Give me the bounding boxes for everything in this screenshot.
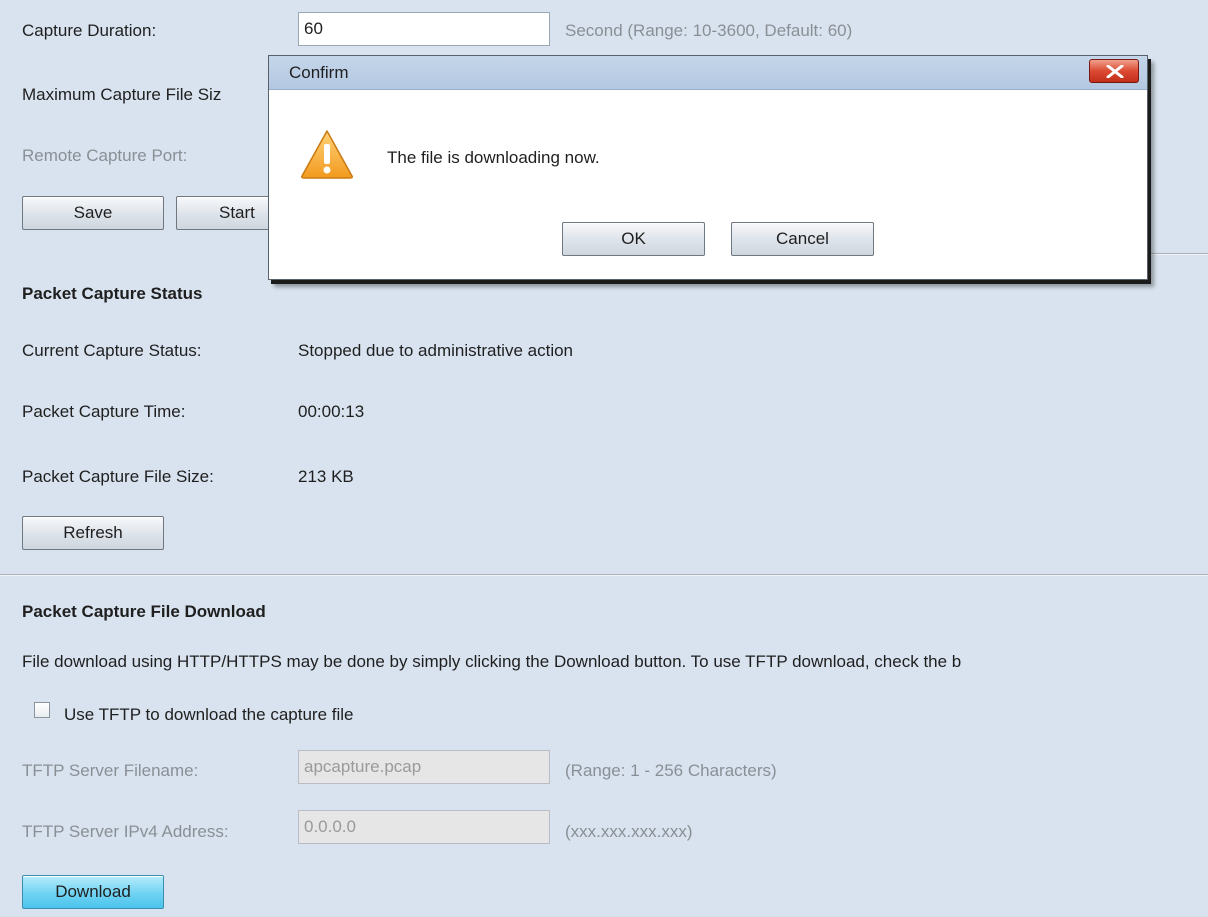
use-tftp-checkbox-label: Use TFTP to download the capture file <box>64 705 354 724</box>
tftp-server-filename-hint: (Range: 1 - 256 Characters) <box>565 761 777 780</box>
cancel-button[interactable]: Cancel <box>731 222 874 256</box>
tftp-server-filename-input[interactable]: apcapture.pcap <box>298 750 550 784</box>
section-divider-top <box>1148 253 1208 255</box>
tftp-server-ipv4-label: TFTP Server IPv4 Address: <box>22 822 229 841</box>
dialog-title: Confirm <box>289 63 349 82</box>
warning-icon <box>301 130 353 179</box>
ok-button[interactable]: OK <box>562 222 705 256</box>
download-button[interactable]: Download <box>22 875 164 909</box>
confirm-dialog: Confirm The file is downloading now. OK … <box>268 55 1148 280</box>
save-button[interactable]: Save <box>22 196 164 230</box>
tftp-server-ipv4-input[interactable]: 0.0.0.0 <box>298 810 550 844</box>
max-capture-file-size-label: Maximum Capture File Siz <box>22 85 222 104</box>
tftp-server-filename-label: TFTP Server Filename: <box>22 761 199 780</box>
packet-capture-time-label: Packet Capture Time: <box>22 402 186 421</box>
use-tftp-checkbox[interactable] <box>34 702 50 718</box>
refresh-button[interactable]: Refresh <box>22 516 164 550</box>
current-capture-status-value: Stopped due to administrative action <box>298 341 574 360</box>
section-divider-middle <box>0 574 1208 576</box>
packet-capture-file-size-label: Packet Capture File Size: <box>22 467 214 486</box>
packet-capture-page: Capture Duration: 60 Second (Range: 10-3… <box>0 0 1208 917</box>
packet-capture-time-value: 00:00:13 <box>298 402 365 421</box>
dialog-titlebar[interactable]: Confirm <box>269 56 1147 90</box>
current-capture-status-label: Current Capture Status: <box>22 341 202 360</box>
file-download-description: File download using HTTP/HTTPS may be do… <box>22 652 962 671</box>
close-button[interactable] <box>1089 59 1139 83</box>
capture-status-heading: Packet Capture Status <box>22 284 203 303</box>
dialog-message: The file is downloading now. <box>387 148 600 167</box>
capture-duration-label: Capture Duration: <box>22 21 157 40</box>
file-download-heading: Packet Capture File Download <box>22 602 266 621</box>
close-icon <box>1106 65 1124 78</box>
tftp-server-ipv4-hint: (xxx.xxx.xxx.xxx) <box>565 822 693 841</box>
capture-duration-input[interactable]: 60 <box>298 12 550 46</box>
capture-duration-hint: Second (Range: 10-3600, Default: 60) <box>565 21 853 40</box>
remote-capture-port-label: Remote Capture Port: <box>22 146 188 165</box>
packet-capture-file-size-value: 213 KB <box>298 467 354 486</box>
